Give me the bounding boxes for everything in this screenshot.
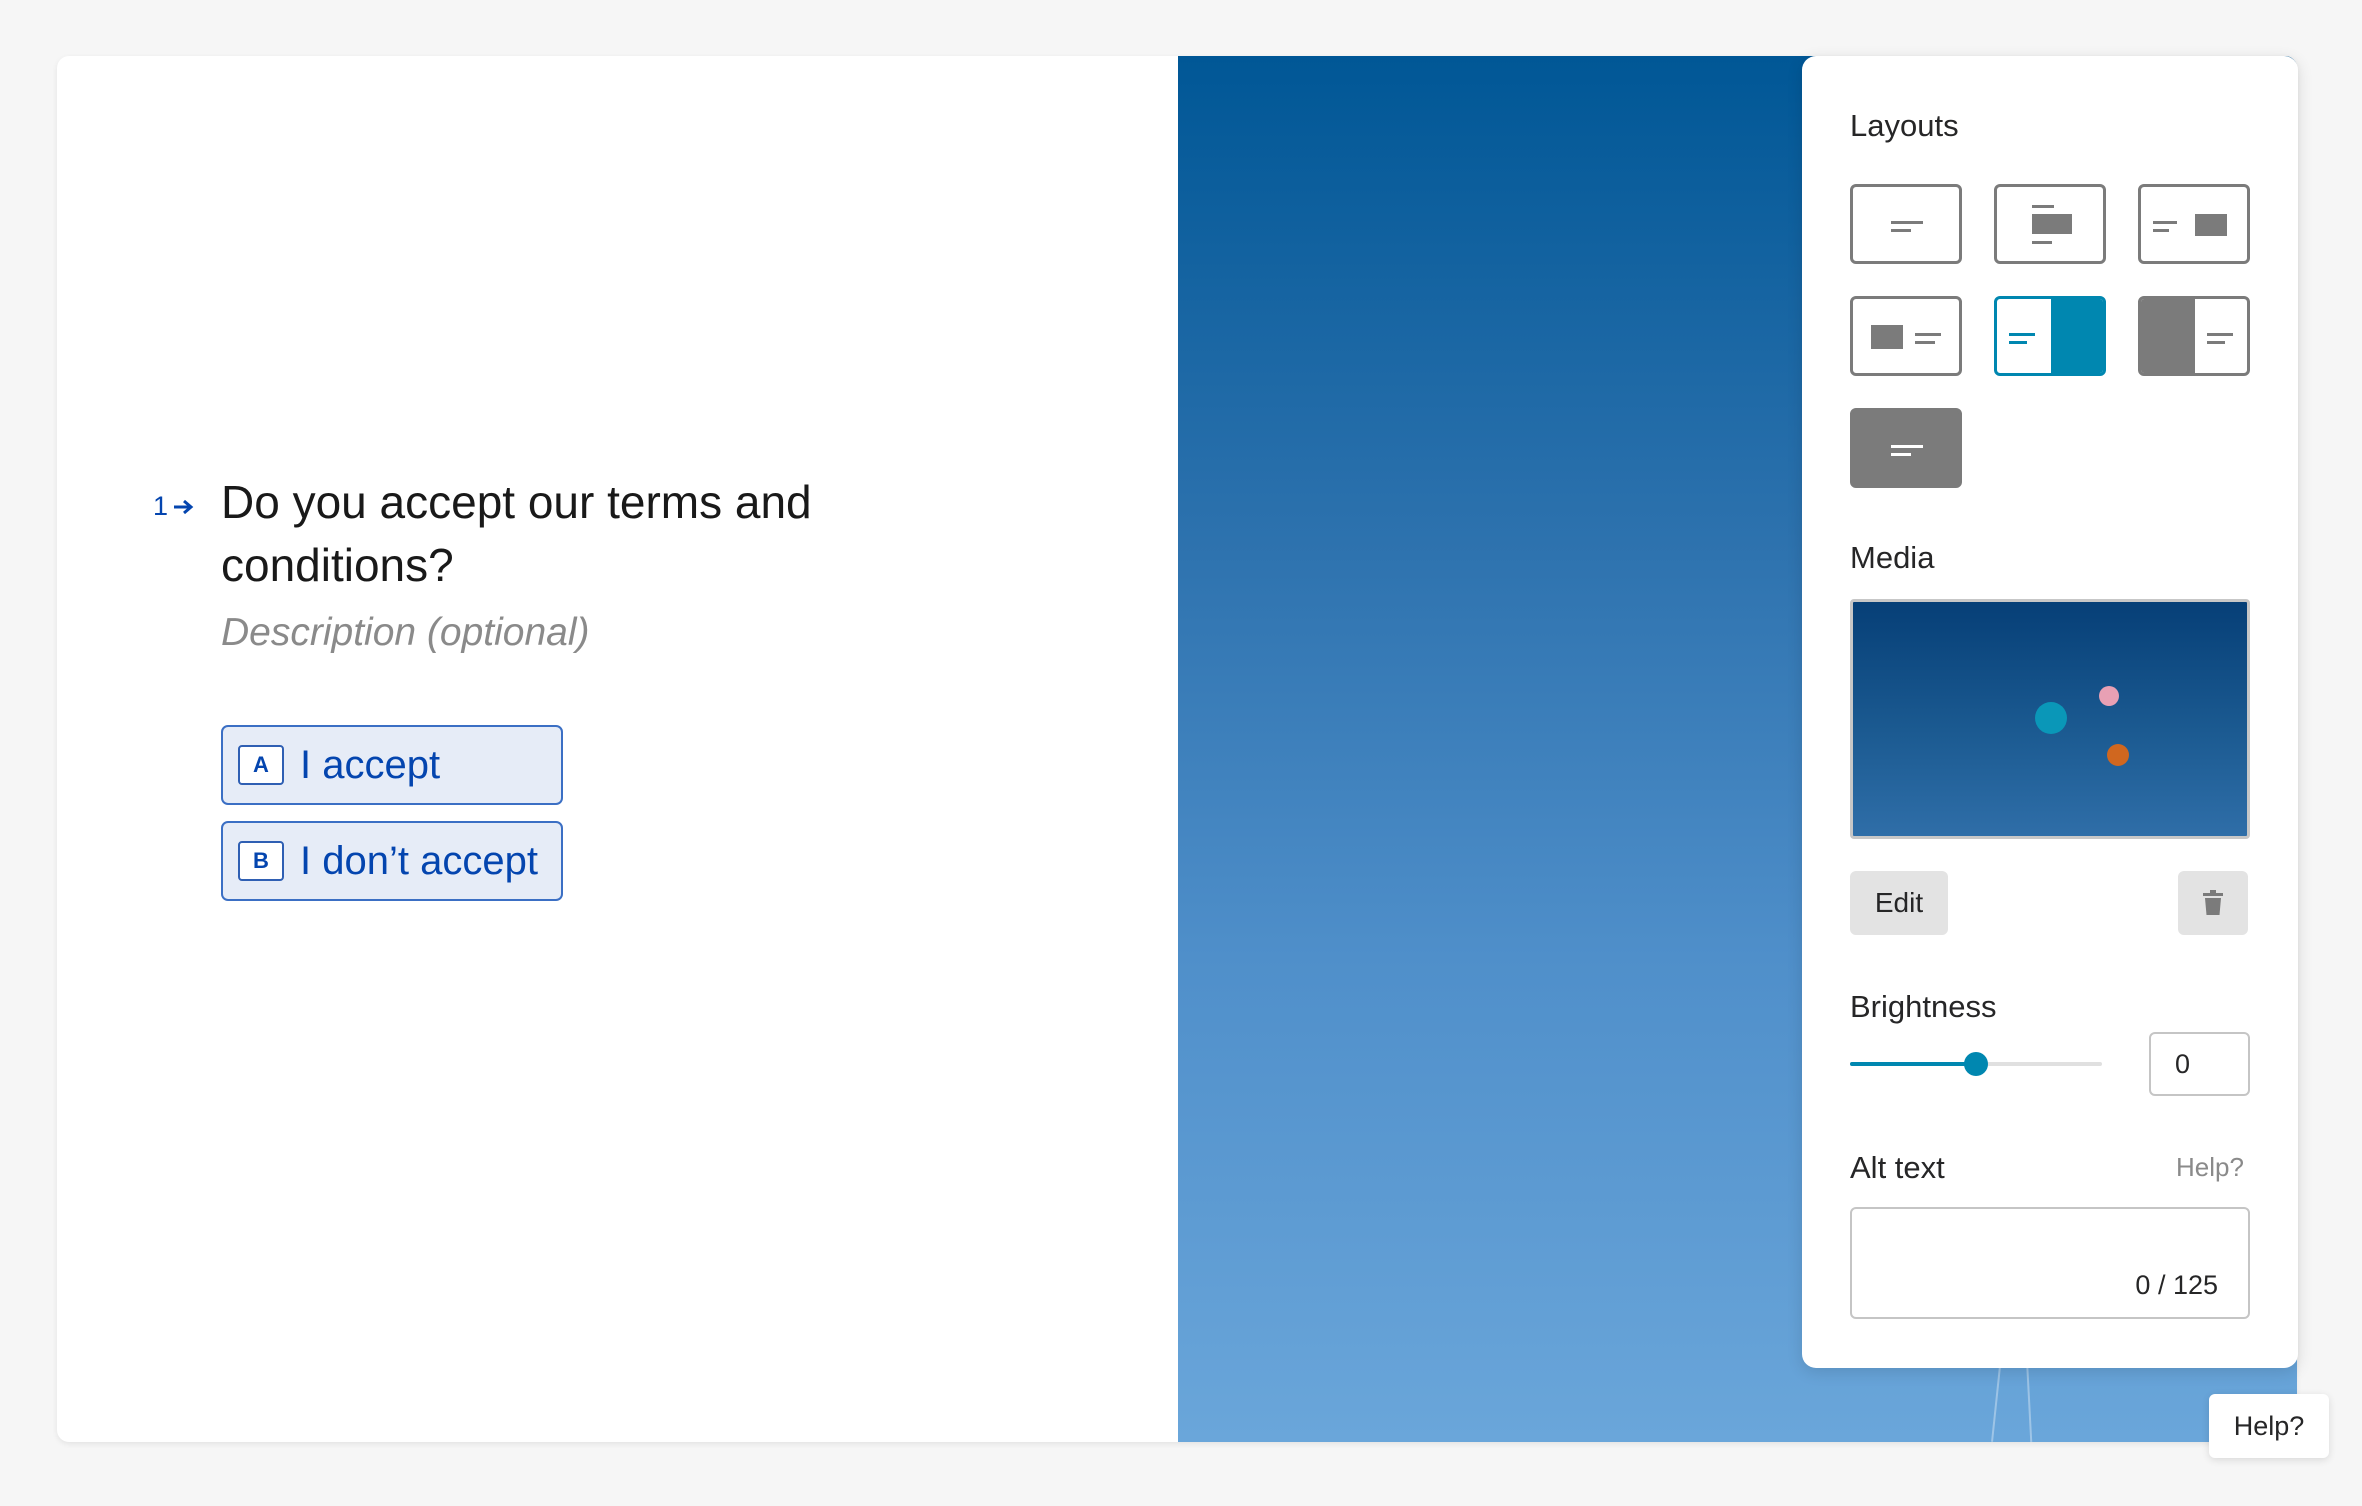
media-heading: Media bbox=[1850, 540, 1935, 575]
balloon-image bbox=[2035, 702, 2067, 734]
settings-panel: Layouts Media Edit Brightness 0 Alt text… bbox=[1802, 56, 2298, 1368]
layout-media-left-text-right-button[interactable] bbox=[1850, 296, 1962, 376]
help-button[interactable]: Help? bbox=[2209, 1394, 2329, 1458]
question-block: 1 Do you accept our terms and conditions… bbox=[153, 471, 913, 917]
layouts-heading: Layouts bbox=[1850, 108, 1959, 143]
alt-text-field[interactable]: 0 / 125 bbox=[1850, 1207, 2250, 1319]
brightness-slider[interactable] bbox=[1850, 1052, 2102, 1076]
brightness-slider-thumb[interactable] bbox=[1964, 1052, 1988, 1076]
choice-label: I accept bbox=[300, 742, 441, 787]
alt-text-help-link[interactable]: Help? bbox=[2176, 1152, 2244, 1183]
layout-text-left-split-media-right-button[interactable] bbox=[1994, 296, 2106, 376]
balloon-image bbox=[2099, 686, 2119, 706]
layout-text-over-media-button[interactable] bbox=[1850, 408, 1962, 488]
question-number-text: 1 bbox=[153, 491, 169, 521]
delete-media-button[interactable] bbox=[2178, 871, 2248, 935]
alt-text-char-counter: 0 / 125 bbox=[2135, 1270, 2218, 1300]
question-title[interactable]: Do you accept our terms and conditions? bbox=[221, 471, 921, 597]
layout-text-left-media-right-button[interactable] bbox=[2138, 184, 2250, 264]
choice-list: A I accept B I don’t accept bbox=[221, 725, 913, 901]
balloon-string bbox=[2025, 1356, 2033, 1442]
arrow-right-icon bbox=[174, 499, 194, 514]
edit-media-button[interactable]: Edit bbox=[1850, 871, 1948, 935]
trash-icon bbox=[2203, 890, 2223, 915]
choice-key: A bbox=[238, 745, 284, 785]
choice-b[interactable]: B I don’t accept bbox=[221, 821, 563, 901]
question-number: 1 bbox=[153, 491, 196, 522]
brightness-input[interactable] bbox=[2149, 1032, 2250, 1096]
question-description[interactable]: Description (optional) bbox=[221, 611, 913, 655]
choice-key: B bbox=[238, 841, 284, 881]
layout-text-only-button[interactable] bbox=[1850, 184, 1962, 264]
choice-a[interactable]: A I accept bbox=[221, 725, 563, 805]
layout-split-media-left-text-right-button[interactable] bbox=[2138, 296, 2250, 376]
alt-text-heading: Alt text bbox=[1850, 1150, 1945, 1185]
brightness-slider-fill bbox=[1850, 1062, 1976, 1066]
choice-label: I don’t accept bbox=[300, 838, 538, 883]
brightness-heading: Brightness bbox=[1850, 989, 1997, 1024]
balloon-image bbox=[2107, 744, 2129, 766]
media-thumbnail[interactable] bbox=[1850, 599, 2250, 839]
layout-media-above-text-button[interactable] bbox=[1994, 184, 2106, 264]
balloon-string bbox=[1991, 1366, 2001, 1442]
